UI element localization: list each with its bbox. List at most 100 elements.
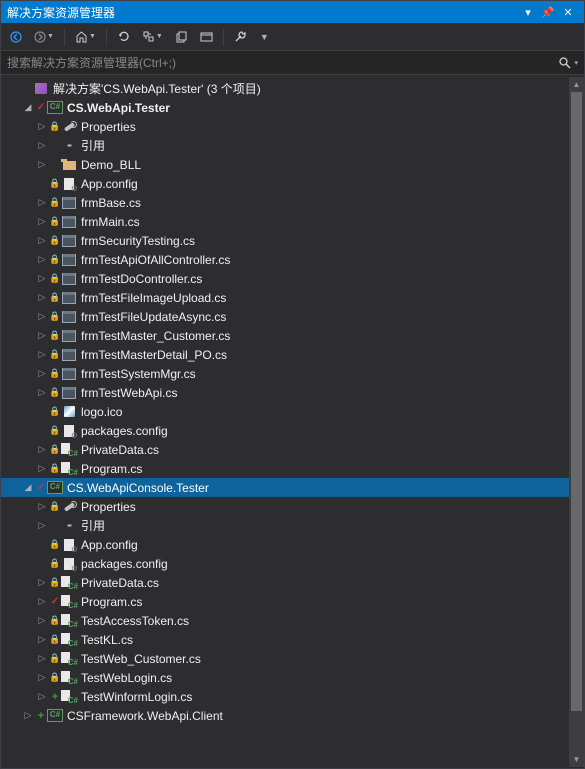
expand-closed-icon[interactable] bbox=[35, 254, 49, 265]
tree-node[interactable]: logo.ico bbox=[1, 402, 584, 421]
expand-closed-icon[interactable] bbox=[35, 159, 49, 170]
tree-node-label: frmTestFileUpdateAsync.cs bbox=[81, 310, 226, 324]
expand-closed-icon[interactable] bbox=[35, 463, 49, 474]
showall-button[interactable] bbox=[195, 26, 218, 48]
circle-forward-icon bbox=[34, 31, 46, 43]
expand-closed-icon[interactable] bbox=[35, 216, 49, 227]
tree-node[interactable]: 引用 bbox=[1, 136, 584, 155]
expand-closed-icon[interactable] bbox=[35, 596, 49, 607]
tree-node-label: Properties bbox=[81, 120, 136, 134]
expand-closed-icon[interactable] bbox=[35, 520, 49, 531]
vertical-scrollbar[interactable]: ▲ ▼ bbox=[569, 77, 584, 767]
back-button[interactable] bbox=[5, 26, 27, 48]
collapse-button[interactable] bbox=[170, 26, 193, 48]
lock-icon bbox=[49, 672, 61, 683]
references-icon bbox=[61, 519, 77, 533]
panel-title: 解决方案资源管理器 bbox=[7, 4, 518, 21]
expand-closed-icon[interactable] bbox=[35, 577, 49, 588]
expand-closed-icon[interactable] bbox=[35, 368, 49, 379]
csharp-file-icon bbox=[61, 595, 77, 609]
tree-node-label: App.config bbox=[81, 177, 138, 191]
tree-node[interactable]: TestWinformLogin.cs bbox=[1, 687, 584, 706]
tree-node[interactable]: CSFramework.WebApi.Client bbox=[1, 706, 584, 725]
chevron-down-icon: ▼ bbox=[89, 33, 96, 40]
tree-node[interactable]: frmTestWebApi.cs bbox=[1, 383, 584, 402]
lock-icon bbox=[49, 368, 61, 379]
tree-node[interactable]: 解决方案'CS.WebApi.Tester' (3 个项目) bbox=[1, 79, 584, 98]
preview-dropdown[interactable]: ▼ bbox=[254, 26, 274, 48]
close-icon[interactable]: ✕ bbox=[558, 6, 578, 19]
expand-open-icon[interactable] bbox=[21, 482, 35, 493]
tree-node[interactable]: frmTestApiOfAllController.cs bbox=[1, 250, 584, 269]
expand-closed-icon[interactable] bbox=[35, 292, 49, 303]
tree-node[interactable]: frmTestDoController.cs bbox=[1, 269, 584, 288]
checkmark-icon bbox=[49, 596, 61, 607]
expand-closed-icon[interactable] bbox=[35, 121, 49, 132]
winform-icon bbox=[61, 196, 77, 210]
tree-node[interactable]: frmBase.cs bbox=[1, 193, 584, 212]
tree-node[interactable]: TestWeb_Customer.cs bbox=[1, 649, 584, 668]
tree-node[interactable]: frmSecurityTesting.cs bbox=[1, 231, 584, 250]
expand-closed-icon[interactable] bbox=[35, 140, 49, 151]
tree-node[interactable]: frmTestMaster_Customer.cs bbox=[1, 326, 584, 345]
scroll-up-icon[interactable]: ▲ bbox=[569, 77, 584, 92]
lock-icon bbox=[49, 463, 61, 474]
scroll-down-icon[interactable]: ▼ bbox=[569, 752, 584, 767]
tree-node[interactable]: App.config bbox=[1, 174, 584, 193]
tree-node[interactable]: Demo_BLL bbox=[1, 155, 584, 174]
tree-node-label: Demo_BLL bbox=[81, 158, 141, 172]
tree-node[interactable]: frmTestMasterDetail_PO.cs bbox=[1, 345, 584, 364]
csharp-file-icon bbox=[61, 462, 77, 476]
tree-node[interactable]: Properties bbox=[1, 117, 584, 136]
expand-closed-icon[interactable] bbox=[35, 387, 49, 398]
expand-closed-icon[interactable] bbox=[35, 444, 49, 455]
tree-node[interactable]: 引用 bbox=[1, 516, 584, 535]
solution-tree[interactable]: 解决方案'CS.WebApi.Tester' (3 个项目)CS.WebApi.… bbox=[1, 75, 584, 766]
expand-closed-icon[interactable] bbox=[35, 235, 49, 246]
refresh-button[interactable]: ▼ bbox=[137, 26, 168, 48]
search-icon[interactable]: ▾ bbox=[558, 56, 578, 70]
lock-icon bbox=[49, 235, 61, 246]
dropdown-icon[interactable]: ▾ bbox=[518, 6, 538, 19]
tree-node[interactable]: App.config bbox=[1, 535, 584, 554]
tree-node[interactable]: Program.cs bbox=[1, 592, 584, 611]
expand-closed-icon[interactable] bbox=[35, 653, 49, 664]
search-input[interactable] bbox=[7, 56, 558, 70]
home-button[interactable]: ▼ bbox=[70, 26, 101, 48]
tree-node[interactable]: TestAccessToken.cs bbox=[1, 611, 584, 630]
file-stack-icon bbox=[175, 30, 188, 43]
expand-closed-icon[interactable] bbox=[35, 349, 49, 360]
sync-button[interactable] bbox=[112, 26, 135, 48]
tree-node[interactable]: frmMain.cs bbox=[1, 212, 584, 231]
expand-closed-icon[interactable] bbox=[21, 710, 35, 721]
tree-node[interactable]: TestWebLogin.cs bbox=[1, 668, 584, 687]
tree-node[interactable]: frmTestFileImageUpload.cs bbox=[1, 288, 584, 307]
expand-open-icon[interactable] bbox=[21, 102, 35, 113]
expand-closed-icon[interactable] bbox=[35, 197, 49, 208]
tree-node[interactable]: CS.WebApi.Tester bbox=[1, 98, 584, 117]
tree-node[interactable]: PrivateData.cs bbox=[1, 573, 584, 592]
properties-button[interactable] bbox=[229, 26, 252, 48]
expand-closed-icon[interactable] bbox=[35, 501, 49, 512]
expand-closed-icon[interactable] bbox=[35, 273, 49, 284]
expand-closed-icon[interactable] bbox=[35, 691, 49, 702]
expand-closed-icon[interactable] bbox=[35, 311, 49, 322]
forward-button[interactable]: ▼ bbox=[29, 26, 59, 48]
tree-node[interactable]: packages.config bbox=[1, 554, 584, 573]
lock-icon bbox=[49, 653, 61, 664]
expand-closed-icon[interactable] bbox=[35, 672, 49, 683]
expand-closed-icon[interactable] bbox=[35, 634, 49, 645]
checkmark-icon bbox=[35, 482, 47, 493]
tree-node[interactable]: frmTestSystemMgr.cs bbox=[1, 364, 584, 383]
tree-node[interactable]: frmTestFileUpdateAsync.cs bbox=[1, 307, 584, 326]
tree-node[interactable]: packages.config bbox=[1, 421, 584, 440]
tree-node[interactable]: PrivateData.cs bbox=[1, 440, 584, 459]
tree-node[interactable]: Program.cs bbox=[1, 459, 584, 478]
pin-icon[interactable]: 📌 bbox=[538, 6, 558, 19]
tree-node[interactable]: Properties bbox=[1, 497, 584, 516]
tree-node[interactable]: CS.WebApiConsole.Tester bbox=[1, 478, 584, 497]
tree-node[interactable]: TestKL.cs bbox=[1, 630, 584, 649]
expand-closed-icon[interactable] bbox=[35, 615, 49, 626]
scroll-thumb[interactable] bbox=[571, 92, 582, 711]
expand-closed-icon[interactable] bbox=[35, 330, 49, 341]
